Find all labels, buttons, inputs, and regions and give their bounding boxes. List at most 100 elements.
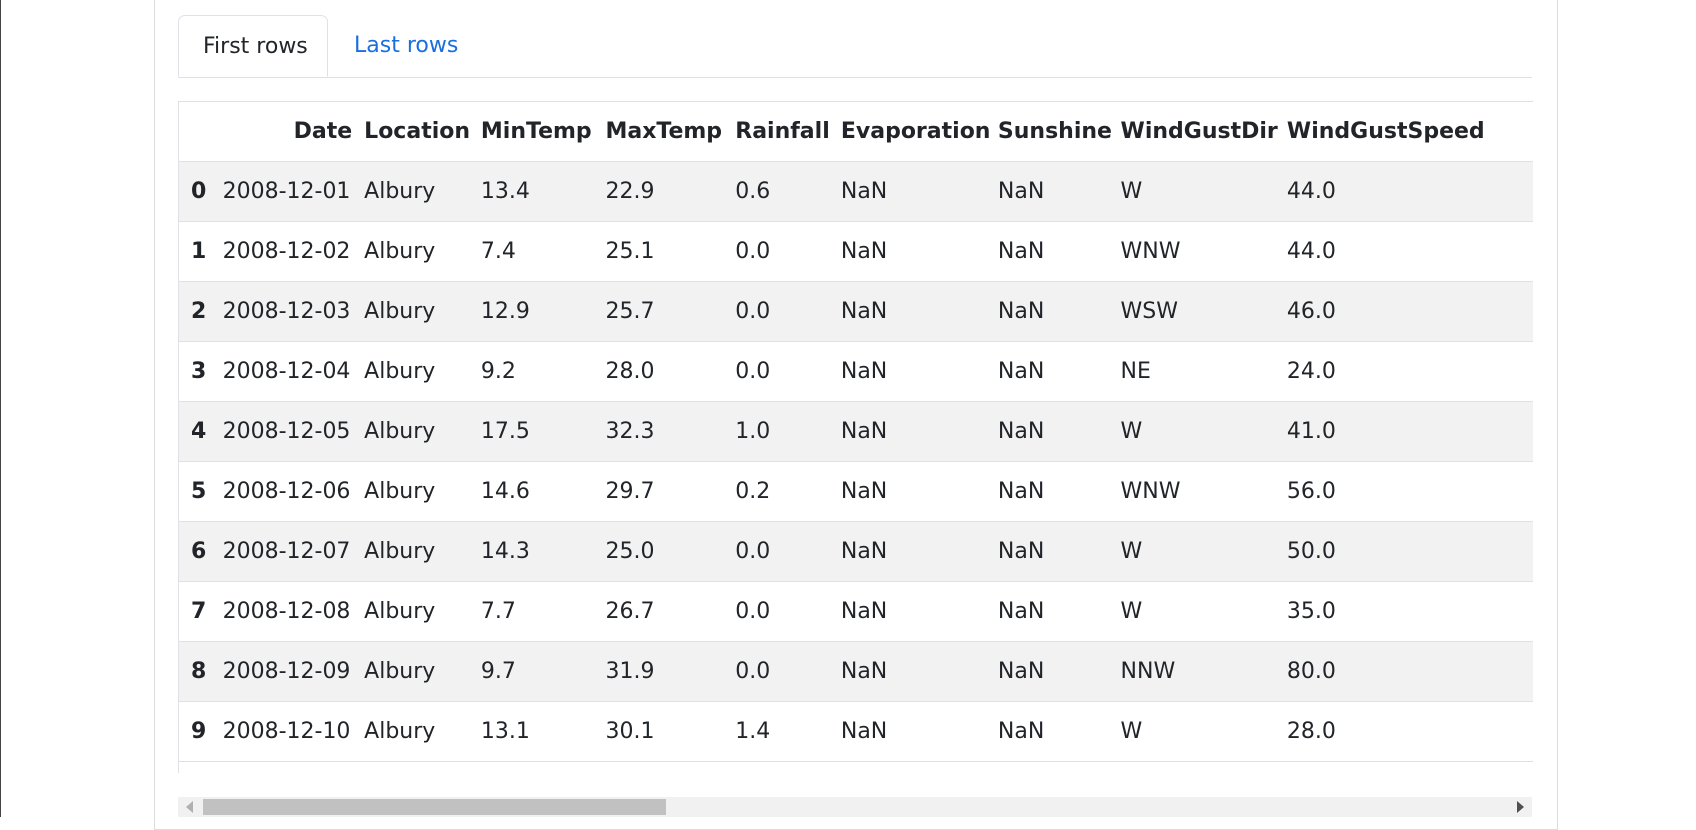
truncated-column-header bbox=[1489, 101, 1533, 162]
table-row: 8 2008-12-09 Albury 9.7 31.9 0.0 NaN NaN NNW 80.0 bbox=[179, 641, 1533, 702]
scroll-left-arrow-icon[interactable] bbox=[186, 801, 193, 813]
table-cell: Albury bbox=[364, 641, 481, 702]
row-index: 7 bbox=[191, 599, 207, 624]
table-cell: NaN bbox=[840, 239, 888, 264]
table-cell: 0.0 bbox=[735, 359, 771, 384]
tab-last-rows[interactable]: Last rows bbox=[330, 15, 482, 76]
table-cell: 2008-12-03 bbox=[222, 281, 365, 342]
truncated-cell bbox=[1489, 521, 1533, 582]
column-header: WindGustSpeed bbox=[1286, 101, 1490, 162]
row-index: 4 bbox=[179, 401, 223, 462]
table-cell: 7.7 bbox=[480, 599, 516, 624]
table-cell: 0.0 bbox=[735, 239, 771, 264]
scrollbar-thumb[interactable] bbox=[203, 799, 666, 815]
table-cell: NNW bbox=[1120, 641, 1287, 702]
table-row: 4 2008-12-05 Albury 17.5 32.3 1.0 NaN NaN W 41.0 bbox=[179, 401, 1533, 462]
column-header: Rainfall bbox=[735, 101, 841, 162]
table-cell: 2008-12-02 bbox=[222, 239, 351, 264]
column-header: Evaporation bbox=[840, 101, 998, 162]
table-cell: NaN bbox=[997, 281, 1121, 342]
table-cell: 17.5 bbox=[480, 401, 606, 462]
table-cell: 41.0 bbox=[1286, 401, 1490, 462]
table-cell: Albury bbox=[364, 161, 481, 222]
table-cell: 22.9 bbox=[605, 161, 736, 222]
table-cell: NaN bbox=[997, 161, 1121, 222]
table-cell: NaN bbox=[997, 479, 1045, 504]
table-cell: 2008-12-10 bbox=[222, 719, 351, 744]
table-cell: 44.0 bbox=[1286, 161, 1490, 222]
table-cell: 0.2 bbox=[735, 479, 771, 504]
table-cell: W bbox=[1120, 521, 1287, 582]
table-cell: 30.1 bbox=[605, 719, 655, 744]
table-cell: 50.0 bbox=[1286, 521, 1490, 582]
table-cell: Albury bbox=[364, 401, 481, 462]
table-row: 7 2008-12-08 Albury 7.7 26.7 0.0 NaN NaN W 35.0 bbox=[179, 582, 1533, 642]
table-cell: 2008-12-08 bbox=[222, 599, 351, 624]
table-cell: 0.0 bbox=[735, 521, 841, 582]
table-cell: 28.0 bbox=[1286, 719, 1336, 744]
table-cell: NaN bbox=[997, 401, 1121, 462]
table-cell: 0.6 bbox=[735, 161, 841, 222]
table-cell: 25.1 bbox=[605, 239, 655, 264]
table-cell: 2008-12-06 bbox=[222, 479, 351, 504]
table-cell: Albury bbox=[364, 479, 436, 504]
table-cell: Albury bbox=[364, 599, 436, 624]
column-header: Sunshine bbox=[997, 101, 1121, 162]
table-cell: 26.7 bbox=[605, 599, 655, 624]
table-cell: 2008-12-05 bbox=[222, 401, 365, 462]
table-cell: 14.3 bbox=[480, 521, 606, 582]
table-cell: 7.4 bbox=[480, 239, 516, 264]
truncated-cell bbox=[1489, 401, 1533, 462]
row-index: 0 bbox=[179, 161, 223, 222]
column-header: WindGustDir bbox=[1120, 101, 1287, 162]
table-cell: NaN bbox=[840, 521, 998, 582]
horizontal-scrollbar[interactable] bbox=[178, 797, 1532, 817]
table-cell: NaN bbox=[997, 719, 1045, 744]
tab-first-rows[interactable]: First rows bbox=[178, 15, 328, 77]
table-cell: Albury bbox=[364, 359, 436, 384]
column-header: Date bbox=[222, 101, 365, 162]
table-row: 5 2008-12-06 Albury 14.6 29.7 0.2 NaN NaN WNW 56.… bbox=[179, 462, 1533, 522]
table-cell: W bbox=[1120, 719, 1143, 744]
table-cell: 14.6 bbox=[480, 479, 530, 504]
table-cell: NaN bbox=[840, 281, 998, 342]
dataframe-table-container[interactable]: Date Location MinTemp MaxTemp Rainfall E… bbox=[178, 101, 1533, 773]
table-cell: Albury bbox=[364, 281, 481, 342]
table-cell: 2008-12-07 bbox=[222, 521, 365, 582]
scroll-right-arrow-icon[interactable] bbox=[1517, 801, 1524, 813]
table-cell: 56.0 bbox=[1286, 479, 1336, 504]
truncated-cell bbox=[1489, 161, 1533, 222]
row-index: 5 bbox=[191, 479, 207, 504]
table-header-row: Date Location MinTemp MaxTemp Rainfall E… bbox=[179, 101, 1533, 162]
table-cell: 9.7 bbox=[480, 641, 606, 702]
table-cell: 13.1 bbox=[480, 719, 530, 744]
row-index: 6 bbox=[179, 521, 223, 582]
table-cell: 0.0 bbox=[735, 281, 841, 342]
table-cell: 2008-12-04 bbox=[222, 359, 351, 384]
table-cell: WSW bbox=[1120, 281, 1287, 342]
table-cell: WNW bbox=[1120, 479, 1181, 504]
table-cell: Albury bbox=[364, 719, 436, 744]
table-cell: NaN bbox=[840, 359, 888, 384]
table-row: 6 2008-12-07 Albury 14.3 25.0 0.0 NaN NaN W 50.0 bbox=[179, 521, 1533, 582]
table-row: 9 2008-12-10 Albury 13.1 30.1 1.4 NaN NaN W 28.0 bbox=[179, 702, 1533, 762]
table-cell: 44.0 bbox=[1286, 239, 1336, 264]
row-index: 2 bbox=[179, 281, 223, 342]
truncated-cell bbox=[1490, 222, 1533, 282]
table-cell: NaN bbox=[997, 641, 1121, 702]
table-cell: 31.9 bbox=[605, 641, 736, 702]
table-cell: W bbox=[1120, 161, 1287, 222]
table-row: 0 2008-12-01 Albury 13.4 22.9 0.6 NaN NaN W 44.0 bbox=[179, 161, 1533, 222]
column-header: MaxTemp bbox=[605, 101, 736, 162]
row-index: 3 bbox=[191, 359, 207, 384]
table-cell: 24.0 bbox=[1286, 359, 1336, 384]
table-cell: 80.0 bbox=[1286, 641, 1490, 702]
table-cell: NaN bbox=[997, 239, 1045, 264]
table-cell: NaN bbox=[997, 521, 1121, 582]
table-cell: NaN bbox=[997, 359, 1045, 384]
table-cell: W bbox=[1120, 401, 1287, 462]
table-cell: NaN bbox=[840, 479, 888, 504]
table-cell: NaN bbox=[840, 719, 888, 744]
table-cell: 1.4 bbox=[735, 719, 771, 744]
table-cell: 28.0 bbox=[605, 359, 655, 384]
